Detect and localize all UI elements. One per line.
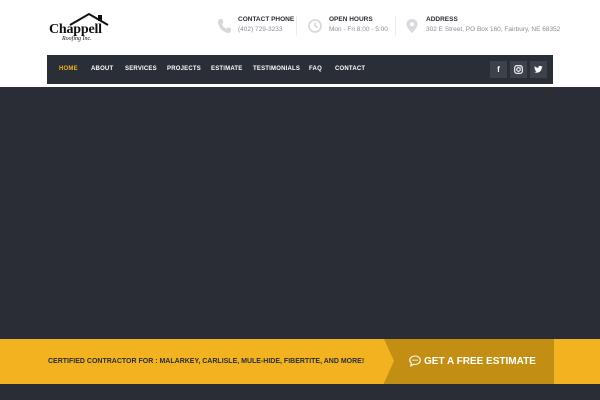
open-hours-label: OPEN HOURS <box>329 16 373 23</box>
facebook-icon: f <box>497 65 500 74</box>
contact-phone-label: CONTACT PHONE <box>238 16 295 23</box>
nav-item-projects[interactable]: PROJECTS <box>167 55 201 84</box>
instagram-icon <box>514 65 523 74</box>
contact-phone-block: CONTACT PHONE (402) 729-3233 <box>217 16 297 38</box>
logo-subtitle: Roofing Inc. <box>62 36 92 42</box>
nav-item-home[interactable]: HOME <box>59 55 78 84</box>
logo-name: Chappell <box>49 22 102 37</box>
certification-text: CERTIFIED CONTRACTOR FOR : MALARKEY, CAR… <box>48 358 365 365</box>
site-header: Chappell Roofing Inc. CONTACT PHONE (402… <box>0 0 600 55</box>
clock-icon <box>308 19 322 33</box>
address-label: ADDRESS <box>426 16 458 23</box>
contact-phone-value[interactable]: (402) 729-3233 <box>238 26 282 34</box>
chat-bubble-icon <box>409 355 421 367</box>
twitter-icon <box>534 65 543 73</box>
address-block: ADDRESS 302 E Street, PO Box 160, Fairbu… <box>405 16 560 38</box>
header-divider <box>395 16 396 36</box>
address-value: 302 E Street, PO Box 160, Fairbury, NE 6… <box>426 26 561 33</box>
nav-item-estimate[interactable]: ESTIMATE <box>211 55 243 84</box>
free-estimate-label: GET A FREE ESTIMATE <box>424 356 536 367</box>
facebook-button[interactable]: f <box>490 61 507 78</box>
nav-item-testimonials[interactable]: TESTIMONIALS <box>253 55 300 84</box>
open-hours-block: OPEN HOURS Mon - Fri 8:00 - 5:00 <box>308 16 398 38</box>
company-logo[interactable]: Chappell Roofing Inc. <box>47 12 113 46</box>
nav-item-services[interactable]: SERVICES <box>125 55 157 84</box>
nav-item-faq[interactable]: FAQ <box>309 55 322 84</box>
map-pin-icon <box>406 19 418 33</box>
hero-area <box>0 87 600 339</box>
free-estimate-button[interactable]: GET A FREE ESTIMATE <box>384 339 554 384</box>
cta-notch <box>384 339 394 383</box>
main-navigation: HOME ABOUT SERVICES PROJECTS ESTIMATE TE… <box>47 55 553 84</box>
nav-item-about[interactable]: ABOUT <box>91 55 113 84</box>
instagram-button[interactable] <box>510 61 527 78</box>
open-hours-value: Mon - Fri 8:00 - 5:00 <box>329 26 388 33</box>
footer-strip <box>0 384 600 400</box>
nav-item-contact[interactable]: CONTACT <box>335 55 365 84</box>
phone-icon <box>218 19 231 33</box>
twitter-button[interactable] <box>530 61 547 78</box>
header-divider <box>296 16 297 36</box>
